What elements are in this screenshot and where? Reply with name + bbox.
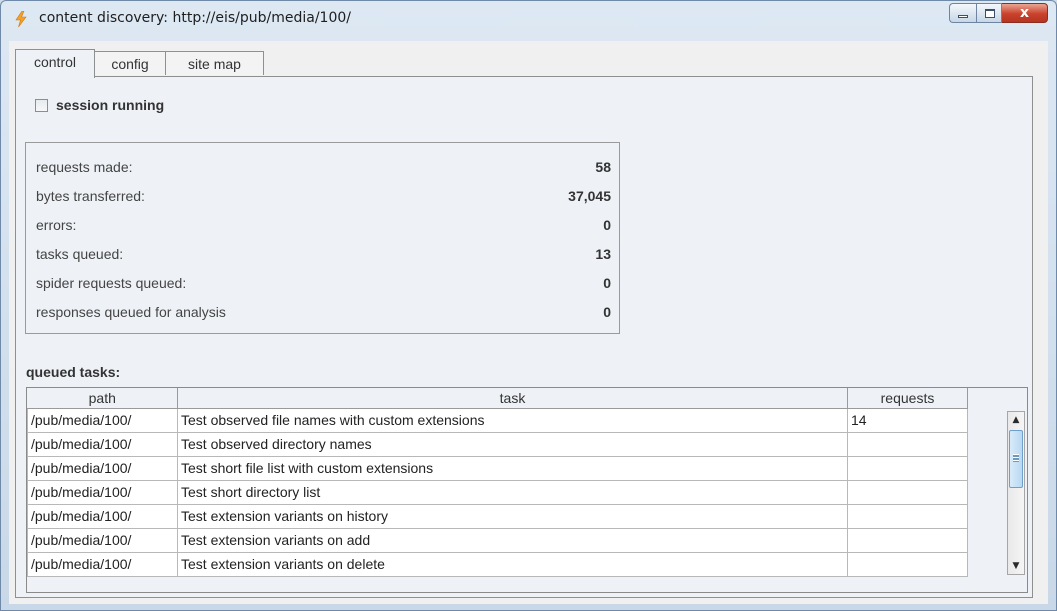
cell-path: /pub/media/100/ [27, 552, 178, 577]
table-row[interactable]: /pub/media/100/ Test short file list wit… [27, 456, 968, 481]
table-row[interactable]: /pub/media/100/ Test observed file names… [27, 408, 968, 433]
session-running-label: session running [56, 97, 165, 113]
stat-label: tasks queued: [36, 246, 124, 262]
cell-task: Test extension variants on history [177, 504, 848, 529]
stat-value: 0 [603, 217, 611, 233]
cell-requests [847, 432, 968, 457]
window-controls: x [949, 3, 1048, 23]
minimize-icon [958, 15, 968, 18]
title-bar[interactable]: content discovery: http://eis/pub/media/… [1, 1, 1056, 35]
tab-site-map[interactable]: site map [165, 51, 264, 75]
stat-value: 58 [595, 159, 611, 175]
cell-task: Test short file list with custom extensi… [177, 456, 848, 481]
session-running-checkbox[interactable] [35, 98, 48, 112]
cell-path: /pub/media/100/ [27, 528, 178, 553]
cell-requests [847, 456, 968, 481]
table-row[interactable]: /pub/media/100/ Test extension variants … [27, 528, 968, 553]
cell-path: /pub/media/100/ [27, 456, 178, 481]
vertical-scrollbar[interactable]: ▲ ▼ [1007, 411, 1025, 575]
scroll-down-arrow-icon[interactable]: ▼ [1008, 558, 1024, 574]
column-header-path[interactable]: path [27, 388, 178, 409]
cell-requests [847, 480, 968, 505]
grip-icon [1013, 454, 1019, 462]
cell-path: /pub/media/100/ [27, 408, 178, 433]
tab-control-label: control [33, 54, 77, 70]
stat-value: 13 [595, 246, 611, 262]
stat-label: requests made: [36, 159, 133, 175]
content-discovery-window: content discovery: http://eis/pub/media/… [0, 0, 1057, 611]
stat-label: spider requests queued: [36, 275, 187, 291]
cell-requests [847, 504, 968, 529]
tab-site-map-label: site map [188, 56, 241, 72]
stat-value: 0 [603, 275, 611, 291]
close-icon: x [1019, 5, 1030, 21]
cell-path: /pub/media/100/ [27, 432, 178, 457]
cell-task: Test observed file names with custom ext… [177, 408, 848, 433]
session-running-toggle[interactable]: session running [35, 95, 164, 115]
tab-control[interactable]: control [15, 49, 95, 78]
queued-tasks-table: path task requests /pub/media/100/ Test … [27, 388, 968, 577]
cell-task: Test extension variants on delete [177, 552, 848, 577]
table-row[interactable]: /pub/media/100/ Test short directory lis… [27, 480, 968, 505]
tab-config-label: config [111, 56, 149, 72]
minimize-button[interactable] [949, 3, 976, 23]
cell-task: Test short directory list [177, 480, 848, 505]
queued-tasks-heading: queued tasks: [26, 364, 121, 380]
stat-value: 37,045 [568, 188, 611, 204]
cell-requests: 14 [847, 408, 968, 433]
cell-requests [847, 552, 968, 577]
scrollbar-thumb[interactable] [1009, 430, 1023, 488]
queued-tasks-table-container: path task requests /pub/media/100/ Test … [26, 387, 1028, 593]
cell-path: /pub/media/100/ [27, 504, 178, 529]
scroll-up-arrow-icon[interactable]: ▲ [1008, 412, 1024, 428]
stat-label: errors: [36, 217, 77, 233]
stat-spider-requests-queued: spider requests queued: 0 [36, 273, 611, 293]
tab-config[interactable]: config [94, 51, 166, 75]
maximize-button[interactable] [976, 3, 1002, 23]
column-header-task[interactable]: task [177, 388, 848, 409]
stat-value: 0 [603, 304, 611, 320]
stat-bytes-transferred: bytes transferred: 37,045 [36, 186, 611, 206]
table-row[interactable]: /pub/media/100/ Test extension variants … [27, 552, 968, 577]
stat-requests-made: requests made: 58 [36, 157, 611, 177]
window-client-area: control config site map session running … [9, 41, 1048, 604]
stat-tasks-queued: tasks queued: 13 [36, 244, 611, 264]
table-row[interactable]: /pub/media/100/ Test extension variants … [27, 504, 968, 529]
close-button[interactable]: x [1002, 3, 1048, 23]
column-header-requests[interactable]: requests [847, 388, 968, 409]
stat-errors: errors: 0 [36, 215, 611, 235]
stat-responses-queued: responses queued for analysis 0 [36, 302, 611, 322]
cell-task: Test observed directory names [177, 432, 848, 457]
stat-label: responses queued for analysis [36, 304, 226, 320]
lightning-bolt-icon [15, 11, 27, 27]
table-header-row: path task requests [27, 388, 968, 409]
cell-path: /pub/media/100/ [27, 480, 178, 505]
table-row[interactable]: /pub/media/100/ Test observed directory … [27, 432, 968, 457]
stat-label: bytes transferred: [36, 188, 145, 204]
window-title: content discovery: http://eis/pub/media/… [39, 10, 351, 26]
stats-panel: requests made: 58 bytes transferred: 37,… [25, 142, 620, 334]
maximize-icon [985, 9, 995, 18]
cell-task: Test extension variants on add [177, 528, 848, 553]
control-panel: session running requests made: 58 bytes … [15, 76, 1033, 598]
cell-requests [847, 528, 968, 553]
